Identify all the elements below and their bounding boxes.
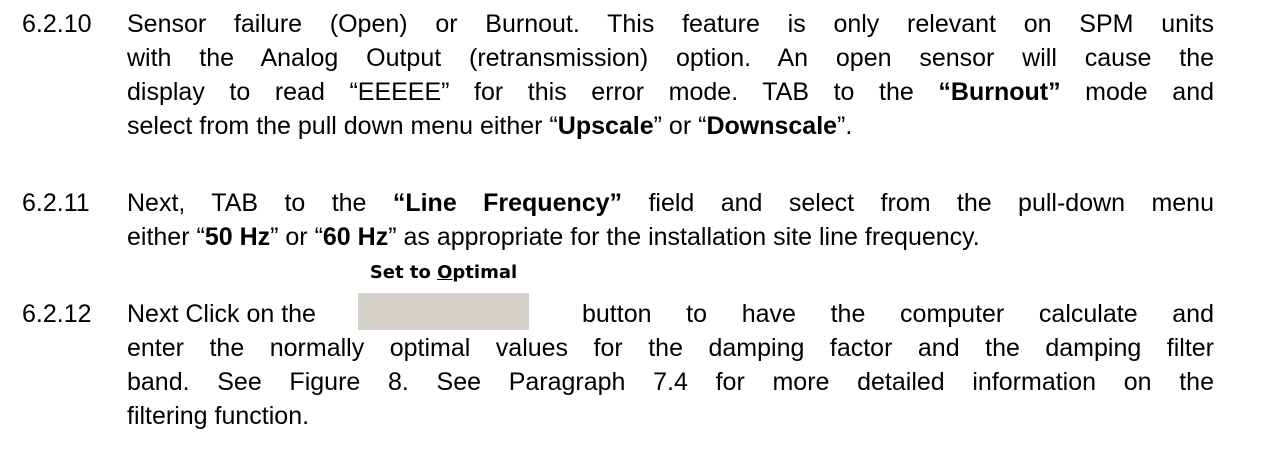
text-line: filtering function. bbox=[127, 402, 310, 430]
text-line: Next, TAB to the “Line Frequency” field … bbox=[127, 189, 1214, 217]
text-line: enter the normally optimal values for th… bbox=[127, 334, 1214, 362]
text-line: button to have the computer calculate an… bbox=[582, 300, 1214, 328]
text-line: display to read “EEEEE” for this error m… bbox=[127, 78, 1215, 106]
text-line: select from the pull down menu either “U… bbox=[127, 112, 853, 140]
text-line: band. See Figure 8. See Paragraph 7.4 fo… bbox=[127, 368, 1214, 396]
60hz-term: 60 Hz bbox=[322, 223, 389, 251]
button-face bbox=[358, 293, 529, 330]
text-line: Sensor failure (Open) or Burnout. This f… bbox=[127, 10, 1214, 38]
50hz-term: 50 Hz bbox=[204, 223, 271, 251]
section-number: 6.2.12 bbox=[22, 300, 92, 328]
downscale-term: Downscale bbox=[706, 112, 838, 140]
set-to-optimal-button[interactable]: Set to Optimal bbox=[358, 259, 529, 330]
upscale-term: Upscale bbox=[557, 112, 654, 140]
text-line: with the Analog Output (retransmission) … bbox=[127, 44, 1214, 72]
set-to-optimal-label: Set to Optimal bbox=[358, 259, 529, 293]
section-number: 6.2.10 bbox=[22, 10, 92, 38]
burnout-term: “Burnout” bbox=[938, 78, 1061, 106]
line-frequency-term: “Line Frequency” bbox=[392, 189, 623, 217]
section-number: 6.2.11 bbox=[22, 189, 90, 217]
text-line: either “50 Hz” or “60 Hz” as appropriate… bbox=[127, 223, 980, 251]
